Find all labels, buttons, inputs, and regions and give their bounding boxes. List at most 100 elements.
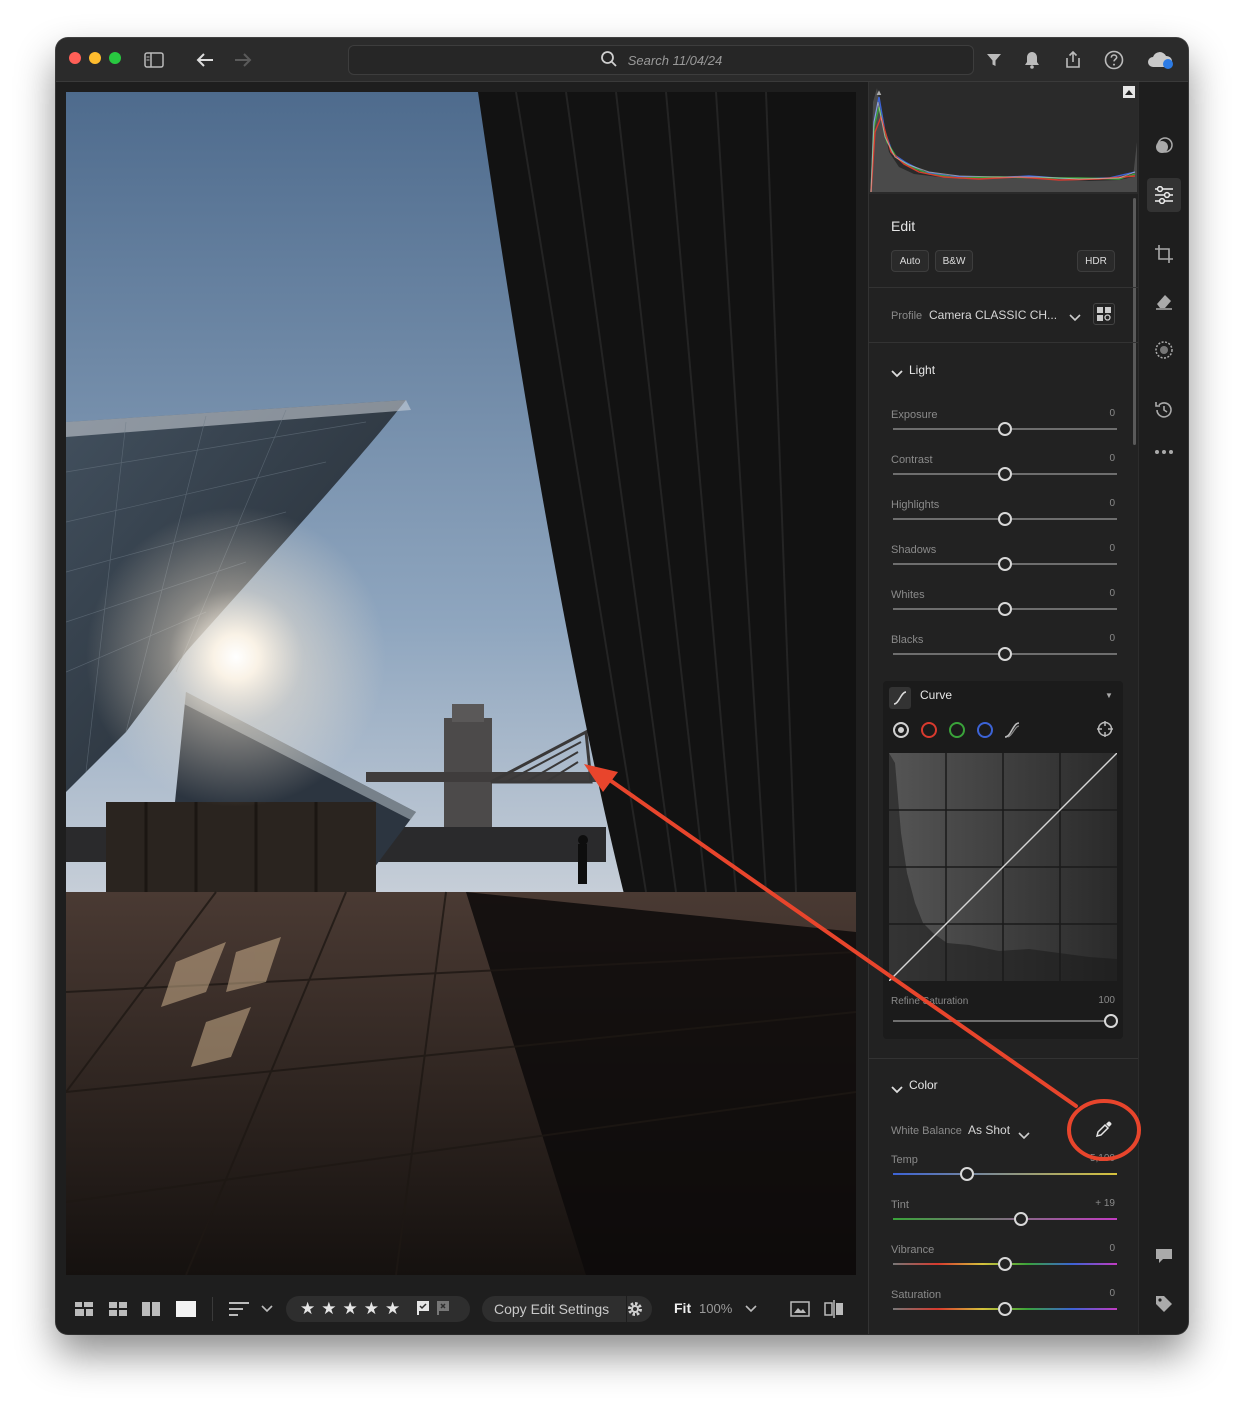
sidebar-toggle-icon[interactable] xyxy=(142,48,166,72)
section-divider xyxy=(869,342,1139,343)
square-grid-icon[interactable] xyxy=(108,1298,128,1320)
zoom-chevron-down-icon[interactable] xyxy=(744,1298,758,1320)
slider-thumb[interactable] xyxy=(998,602,1012,616)
slider-thumb[interactable] xyxy=(998,512,1012,526)
photo-grid-icon[interactable] xyxy=(74,1298,94,1320)
history-icon[interactable] xyxy=(1152,398,1176,422)
curve-menu-caret-icon[interactable]: ▼ xyxy=(1105,691,1113,700)
light-section-title[interactable]: Light xyxy=(909,363,935,377)
auto-button[interactable]: Auto xyxy=(891,250,929,272)
close-window-button[interactable] xyxy=(69,52,81,64)
slider-thumb[interactable] xyxy=(998,1257,1012,1271)
more-options-icon[interactable] xyxy=(1152,440,1176,464)
slider-thumb[interactable] xyxy=(998,1302,1012,1316)
slider-thumb[interactable] xyxy=(998,467,1012,481)
tone-curve-graph[interactable] xyxy=(889,753,1117,981)
zoom-window-button[interactable] xyxy=(109,52,121,64)
masking-icon[interactable] xyxy=(1152,338,1176,362)
slider-label: Exposure xyxy=(891,409,938,421)
histogram-clipping-toggle[interactable] xyxy=(1123,86,1135,98)
filter-icon[interactable] xyxy=(982,48,1006,72)
profile-chevron-down-icon[interactable] xyxy=(1069,309,1081,327)
profile-browser-icon[interactable] xyxy=(1093,303,1115,325)
slider-label: Highlights xyxy=(891,499,940,511)
split-view-icon[interactable] xyxy=(823,1298,845,1320)
presets-icon[interactable] xyxy=(1152,134,1176,158)
detail-view-icon[interactable] xyxy=(175,1298,197,1320)
white-balance-chevron-down-icon[interactable] xyxy=(1018,1127,1030,1145)
slider-value: 0 xyxy=(1109,543,1115,554)
light-collapse-chevron-icon[interactable] xyxy=(891,365,903,383)
settings-gear-icon[interactable] xyxy=(626,1300,644,1318)
crop-icon[interactable] xyxy=(1152,242,1176,266)
slider-value: 5,100 xyxy=(1089,1153,1115,1164)
help-icon[interactable] xyxy=(1102,48,1126,72)
curve-channel-rgb-button[interactable] xyxy=(893,722,909,738)
bell-icon[interactable] xyxy=(1020,48,1044,72)
target-adjust-icon[interactable] xyxy=(1097,721,1113,742)
white-balance-label: White Balance xyxy=(891,1125,962,1137)
white-balance-eyedropper-icon[interactable] xyxy=(1095,1120,1113,1143)
slider-value: 0 xyxy=(1109,453,1115,464)
panel-scrollbar[interactable] xyxy=(1133,198,1136,445)
color-collapse-chevron-icon[interactable] xyxy=(891,1081,903,1099)
star-rating-2[interactable]: ★ xyxy=(321,1299,336,1319)
curve-channel-red-button[interactable] xyxy=(921,722,937,738)
white-balance-dropdown[interactable]: As Shot xyxy=(968,1123,1010,1137)
pick-flag-icon[interactable] xyxy=(416,1300,430,1319)
section-divider xyxy=(869,1058,1139,1059)
sort-icon[interactable] xyxy=(228,1298,250,1320)
slider-thumb[interactable] xyxy=(998,647,1012,661)
shadow-clipping-indicator[interactable]: ▲ xyxy=(875,88,883,97)
edit-panel: ▲ Edit Auto B&W HDR Profile Camera CLASS… xyxy=(868,82,1139,1334)
tool-rail xyxy=(1138,82,1188,1334)
cloud-sync-icon[interactable] xyxy=(1146,48,1176,72)
refine-saturation-slider-thumb[interactable] xyxy=(1104,1014,1118,1028)
slider-value: 0 xyxy=(1109,1243,1115,1254)
star-rating-4[interactable]: ★ xyxy=(364,1299,379,1319)
star-rating-5[interactable]: ★ xyxy=(385,1299,400,1319)
keywords-tag-icon[interactable] xyxy=(1152,1292,1176,1316)
edit-sliders-icon[interactable] xyxy=(1147,178,1181,212)
healing-eraser-icon[interactable] xyxy=(1152,289,1176,313)
star-rating-3[interactable]: ★ xyxy=(343,1299,358,1319)
zoom-level[interactable]: 100% xyxy=(699,1301,732,1316)
star-rating-1[interactable]: ★ xyxy=(300,1299,315,1319)
reject-flag-icon[interactable] xyxy=(436,1300,450,1319)
pill-divider xyxy=(626,1296,627,1322)
slider-thumb[interactable] xyxy=(959,1167,974,1181)
before-after-icon[interactable] xyxy=(789,1298,811,1320)
chevron-down-icon[interactable] xyxy=(260,1298,274,1320)
curve-channel-green-button[interactable] xyxy=(949,722,965,738)
back-arrow-icon[interactable] xyxy=(193,48,217,72)
forward-arrow-icon[interactable] xyxy=(231,48,255,72)
curve-point-mode-icon[interactable] xyxy=(1003,721,1021,739)
curve-title[interactable]: Curve xyxy=(920,688,952,702)
slider-track[interactable] xyxy=(893,1218,1117,1220)
histogram: ▲ xyxy=(869,82,1139,194)
search-bar[interactable]: Search 11/04/24 xyxy=(348,45,974,75)
hdr-button[interactable]: HDR xyxy=(1077,250,1115,272)
section-divider xyxy=(869,287,1139,288)
slider-label: Tint xyxy=(891,1199,909,1211)
compare-view-icon[interactable] xyxy=(141,1298,161,1320)
profile-dropdown[interactable]: Camera CLASSIC CH... xyxy=(929,308,1057,322)
minimize-window-button[interactable] xyxy=(89,52,101,64)
fit-button[interactable]: Fit xyxy=(674,1300,691,1316)
refine-saturation-label: Refine Saturation xyxy=(891,996,969,1007)
curve-channel-blue-button[interactable] xyxy=(977,722,993,738)
share-icon[interactable] xyxy=(1061,48,1085,72)
slider-thumb[interactable] xyxy=(998,557,1012,571)
photo-viewer[interactable] xyxy=(66,92,856,1275)
slider-track[interactable] xyxy=(893,1173,1117,1175)
slider-thumb[interactable] xyxy=(998,422,1012,436)
slider-value: 0 xyxy=(1109,498,1115,509)
rating-flag-group: ★ ★ ★ ★ ★ xyxy=(286,1296,470,1322)
slider-label: Whites xyxy=(891,589,925,601)
comments-icon[interactable] xyxy=(1152,1244,1176,1268)
bw-button[interactable]: B&W xyxy=(935,250,973,272)
search-icon xyxy=(600,50,618,71)
refine-saturation-track[interactable] xyxy=(893,1020,1111,1022)
color-section-title[interactable]: Color xyxy=(909,1078,938,1092)
slider-thumb[interactable] xyxy=(1013,1212,1028,1226)
